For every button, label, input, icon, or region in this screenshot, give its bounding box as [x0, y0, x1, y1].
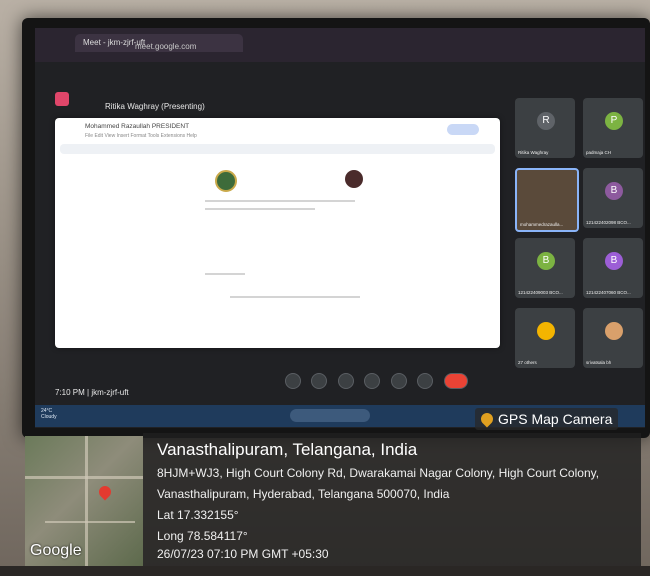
map-road — [45, 521, 135, 523]
longitude: Long 78.584117° — [157, 529, 248, 543]
participant-name: 121422409003 BCO... — [518, 290, 563, 295]
location-title: Vanasthalipuram, Telangana, India — [157, 440, 418, 459]
participant-grid: R Ritika Waghray P padmaja CH mohammedra… — [515, 98, 645, 408]
location-pin-icon — [96, 483, 114, 501]
avatar — [537, 322, 555, 340]
datetime: 26/07/23 07:10 PM GMT +05:30 — [157, 547, 329, 561]
document-title: Mohammed Razaullah PRESIDENT — [85, 123, 190, 130]
avatar: P — [605, 112, 623, 130]
emblem-left-icon — [215, 170, 237, 192]
participant-name: 121422402098 BCO... — [586, 220, 631, 225]
latitude: Lat 17.332155° — [157, 508, 239, 522]
photo: Meet - jkm-zjrf-uft meet.google.com Riti… — [0, 0, 650, 576]
gps-camera-brand: GPS Map Camera — [498, 411, 613, 427]
shared-document: Mohammed Razaullah PRESIDENT File Edit V… — [55, 118, 500, 348]
address-line-1: 8HJM+WJ3, High Court Colony Rd, Dwarakam… — [157, 466, 600, 480]
participant-tile-video[interactable]: mohammedrazaulla... — [515, 168, 579, 232]
participant-name: Ritika Waghray — [518, 150, 549, 155]
participant-name: padmaja CH — [586, 150, 612, 155]
participant-tile[interactable]: P padmaja CH — [583, 98, 643, 158]
avatar: B — [605, 182, 623, 200]
document-text-line — [205, 200, 355, 202]
map-road — [85, 436, 88, 566]
meet-logo-icon — [55, 92, 69, 106]
map-road — [25, 476, 143, 479]
avatar — [605, 322, 623, 340]
meet-header: Ritika Waghray (Presenting) — [35, 62, 645, 111]
raise-hand-icon[interactable] — [390, 373, 407, 389]
taskbar-search[interactable] — [290, 409, 370, 422]
avatar: B — [605, 252, 623, 270]
map-attribution: Google — [30, 542, 82, 559]
document-toolbar — [60, 144, 495, 154]
mic-icon[interactable] — [285, 373, 301, 389]
call-controls — [285, 373, 474, 394]
participant-tile[interactable]: B 121422402098 BCO... — [583, 168, 643, 228]
map-thumbnail: Google — [25, 436, 143, 566]
gps-camera-icon — [478, 410, 496, 428]
avatar: B — [537, 252, 555, 270]
participant-name: 27 others — [518, 360, 537, 365]
laptop-keyboard — [0, 566, 650, 576]
share-button[interactable] — [447, 124, 479, 135]
participant-name: 121422407060 BCO... — [586, 290, 631, 295]
more-options-icon[interactable] — [417, 373, 434, 389]
gps-camera-badge: GPS Map Camera — [475, 408, 619, 430]
participant-tile[interactable]: srivatsala bh — [583, 308, 643, 368]
presenter-label: Ritika Waghray (Presenting) — [105, 102, 205, 111]
participant-name: srivatsala bh — [586, 360, 612, 365]
captions-icon[interactable] — [337, 373, 354, 389]
browser-tab-bar: Meet - jkm-zjrf-uft meet.google.com — [35, 28, 645, 62]
document-text-line — [205, 273, 245, 275]
participant-name: mohammedrazaulla... — [520, 222, 564, 227]
address-bar[interactable]: meet.google.com — [135, 42, 196, 51]
weather-widget[interactable]: 24°C Cloudy — [41, 408, 57, 420]
meeting-code: 7:10 PM | jkm-zjrf-uft — [55, 388, 129, 397]
emblem-right-icon — [345, 170, 363, 188]
laptop-screen: Meet - jkm-zjrf-uft meet.google.com Riti… — [35, 28, 645, 428]
participant-tile-others[interactable]: 27 others — [515, 308, 575, 368]
address-line-2: Vanasthalipuram, Hyderabad, Telangana 50… — [157, 487, 450, 501]
camera-icon[interactable] — [311, 373, 328, 389]
participant-tile[interactable]: R Ritika Waghray — [515, 98, 575, 158]
participant-tile[interactable]: B 121422409003 BCO... — [515, 238, 575, 298]
present-icon[interactable] — [364, 373, 381, 389]
participant-tile[interactable]: B 121422407060 BCO... — [583, 238, 643, 298]
document-menu: File Edit View Insert Format Tools Exten… — [85, 133, 197, 139]
document-text-line — [230, 296, 360, 298]
avatar: R — [537, 112, 555, 130]
end-call-icon[interactable] — [443, 373, 468, 389]
weather-desc: Cloudy — [41, 414, 57, 420]
document-text-line — [205, 208, 315, 210]
